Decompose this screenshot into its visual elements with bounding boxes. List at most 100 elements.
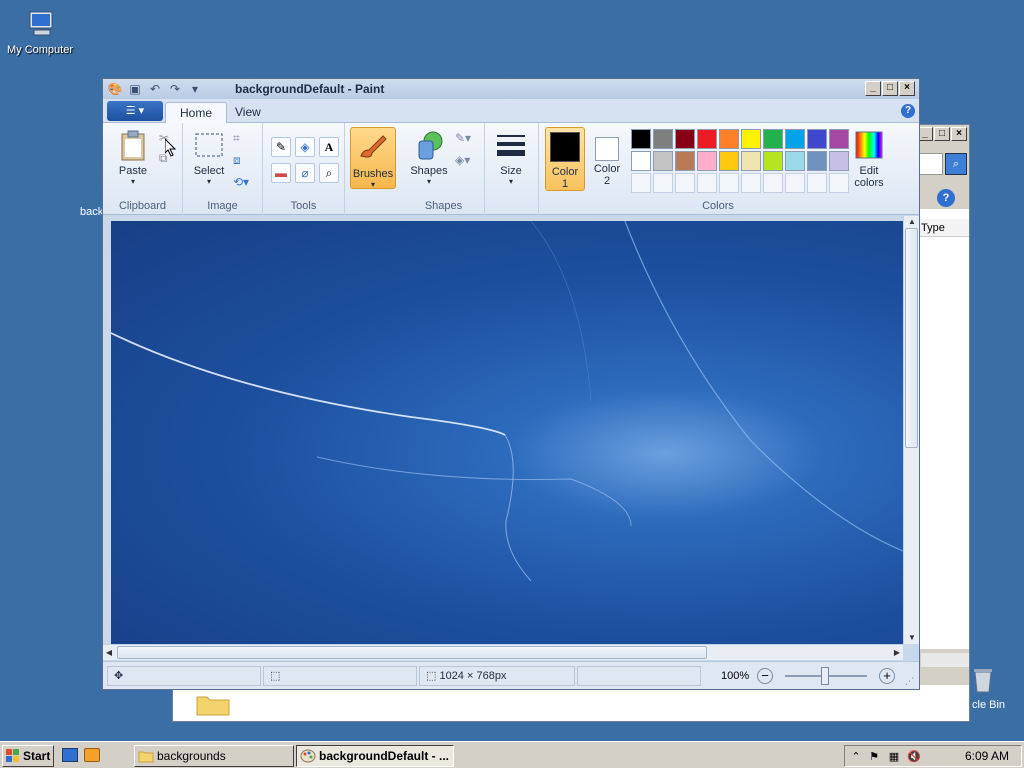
scroll-up-icon[interactable]: ▲ bbox=[904, 216, 920, 228]
palette-swatch[interactable] bbox=[741, 173, 761, 193]
palette-swatch[interactable] bbox=[697, 173, 717, 193]
edit-colors-button[interactable]: Edit colors bbox=[849, 129, 889, 189]
start-button[interactable]: Start bbox=[2, 745, 54, 767]
network-icon[interactable]: ▦ bbox=[887, 750, 901, 764]
volume-muted-icon[interactable]: 🔇 bbox=[907, 750, 921, 764]
task-backgrounds[interactable]: backgrounds bbox=[134, 745, 294, 767]
zoom-out-button[interactable]: − bbox=[757, 668, 773, 684]
palette-swatch[interactable] bbox=[675, 151, 695, 171]
maximize-button[interactable]: □ bbox=[882, 81, 898, 96]
crop-icon[interactable]: ⌗ bbox=[233, 131, 240, 146]
color2-button[interactable]: Color 2 bbox=[589, 127, 625, 191]
palette-swatch[interactable] bbox=[719, 173, 739, 193]
show-desktop-icon[interactable] bbox=[62, 748, 78, 762]
image-dimensions-text: 1024 × 768px bbox=[439, 670, 507, 682]
size-button[interactable]: Size ▾ bbox=[493, 129, 529, 186]
column-header-type[interactable]: Type bbox=[917, 219, 969, 237]
zoom-slider-thumb[interactable] bbox=[821, 667, 829, 685]
palette-swatch[interactable] bbox=[785, 173, 805, 193]
action-center-flag-icon[interactable]: ⚑ bbox=[867, 750, 881, 764]
media-player-icon[interactable] bbox=[84, 748, 100, 762]
scroll-right-icon[interactable]: ▶ bbox=[891, 647, 903, 659]
recycle-bin-icon[interactable] bbox=[970, 666, 1000, 694]
palette-swatch[interactable] bbox=[631, 129, 651, 149]
paste-button[interactable]: Paste ▾ bbox=[113, 129, 153, 186]
clock[interactable]: 6:09 AM bbox=[965, 749, 1009, 763]
zoom-in-button[interactable]: + bbox=[879, 668, 895, 684]
eraser-icon[interactable]: ▬ bbox=[271, 163, 291, 183]
palette-swatch[interactable] bbox=[807, 173, 827, 193]
magnifier-icon[interactable]: ⌕ bbox=[319, 163, 339, 183]
palette-swatch[interactable] bbox=[807, 151, 827, 171]
select-button[interactable]: Select ▾ bbox=[191, 129, 227, 186]
palette-swatch[interactable] bbox=[807, 129, 827, 149]
palette-swatch[interactable] bbox=[653, 129, 673, 149]
search-icon[interactable]: ⌕ bbox=[945, 153, 967, 175]
cursor-position: ✥ bbox=[107, 666, 261, 686]
color-picker-icon[interactable]: ⌀ bbox=[295, 163, 315, 183]
save-icon[interactable]: ▣ bbox=[127, 81, 143, 97]
palette-swatch[interactable] bbox=[741, 151, 761, 171]
fill-icon[interactable]: ◈▾ bbox=[455, 153, 470, 167]
file-list[interactable] bbox=[917, 209, 969, 649]
vertical-scroll-thumb[interactable] bbox=[905, 228, 918, 448]
paint-menu-button[interactable]: ☰ ▾ bbox=[107, 101, 163, 121]
horizontal-scrollbar[interactable] bbox=[921, 653, 969, 667]
palette-swatch[interactable] bbox=[829, 173, 849, 193]
palette-swatch[interactable] bbox=[653, 173, 673, 193]
resize-grip-icon[interactable]: ⋰ bbox=[905, 676, 914, 687]
tab-home[interactable]: Home bbox=[165, 102, 228, 123]
horizontal-scrollbar[interactable]: ◀ ▶ bbox=[103, 644, 903, 660]
scroll-left-icon[interactable]: ◀ bbox=[103, 647, 115, 659]
horizontal-scroll-thumb[interactable] bbox=[117, 646, 707, 659]
desktop-icon-my-computer[interactable]: My Computer bbox=[0, 8, 80, 56]
title-bar[interactable]: 🎨 ▣ ↶ ↷ ▾ backgroundDefault - Paint _ □ … bbox=[103, 79, 919, 99]
shapes-button[interactable]: Shapes ▾ bbox=[407, 129, 451, 186]
paint-window[interactable]: 🎨 ▣ ↶ ↷ ▾ backgroundDefault - Paint _ □ … bbox=[102, 78, 920, 690]
scroll-down-icon[interactable]: ▼ bbox=[904, 632, 920, 644]
fill-bucket-icon[interactable]: ◈ bbox=[295, 137, 315, 157]
task-paint[interactable]: backgroundDefault - ... bbox=[296, 745, 454, 767]
group-label-shapes: Shapes bbox=[424, 200, 463, 212]
search-input[interactable] bbox=[917, 153, 943, 175]
outline-icon[interactable]: ✎▾ bbox=[455, 131, 471, 145]
palette-swatch[interactable] bbox=[697, 129, 717, 149]
palette-swatch[interactable] bbox=[631, 173, 651, 193]
close-button[interactable]: × bbox=[951, 127, 967, 141]
palette-swatch[interactable] bbox=[675, 129, 695, 149]
palette-swatch[interactable] bbox=[829, 151, 849, 171]
minimize-button[interactable]: _ bbox=[865, 81, 881, 96]
resize-icon[interactable]: ⧈ bbox=[233, 153, 241, 168]
close-button[interactable]: × bbox=[899, 81, 915, 96]
palette-swatch[interactable] bbox=[653, 151, 673, 171]
palette-swatch[interactable] bbox=[829, 129, 849, 149]
customize-dropdown-icon[interactable]: ▾ bbox=[187, 81, 203, 97]
palette-swatch[interactable] bbox=[697, 151, 717, 171]
undo-icon[interactable]: ↶ bbox=[147, 81, 163, 97]
palette-swatch[interactable] bbox=[763, 173, 783, 193]
palette-swatch[interactable] bbox=[719, 151, 739, 171]
palette-swatch[interactable] bbox=[719, 129, 739, 149]
palette-swatch[interactable] bbox=[675, 173, 695, 193]
pencil-icon[interactable]: ✎ bbox=[271, 137, 291, 157]
palette-swatch[interactable] bbox=[785, 151, 805, 171]
vertical-scrollbar[interactable]: ▲ ▼ bbox=[903, 216, 919, 644]
drawing-canvas[interactable] bbox=[111, 221, 903, 644]
redo-icon[interactable]: ↷ bbox=[167, 81, 183, 97]
text-tool-icon[interactable]: A bbox=[319, 137, 339, 157]
help-icon[interactable]: ? bbox=[901, 104, 915, 118]
brushes-button[interactable]: Brushes ▾ bbox=[350, 127, 396, 189]
help-icon[interactable]: ? bbox=[937, 189, 955, 207]
color1-button[interactable]: Color 1 bbox=[545, 127, 585, 191]
brushes-label: Brushes bbox=[352, 168, 394, 180]
palette-swatch[interactable] bbox=[763, 129, 783, 149]
palette-swatch[interactable] bbox=[785, 129, 805, 149]
mouse-cursor-icon bbox=[164, 137, 177, 160]
palette-swatch[interactable] bbox=[763, 151, 783, 171]
maximize-button[interactable]: □ bbox=[934, 127, 950, 141]
palette-swatch[interactable] bbox=[741, 129, 761, 149]
tab-view[interactable]: View bbox=[221, 102, 275, 123]
palette-swatch[interactable] bbox=[631, 151, 651, 171]
rotate-icon[interactable]: ⟲▾ bbox=[233, 175, 249, 189]
show-hidden-icons-icon[interactable]: ⌃ bbox=[849, 750, 863, 764]
